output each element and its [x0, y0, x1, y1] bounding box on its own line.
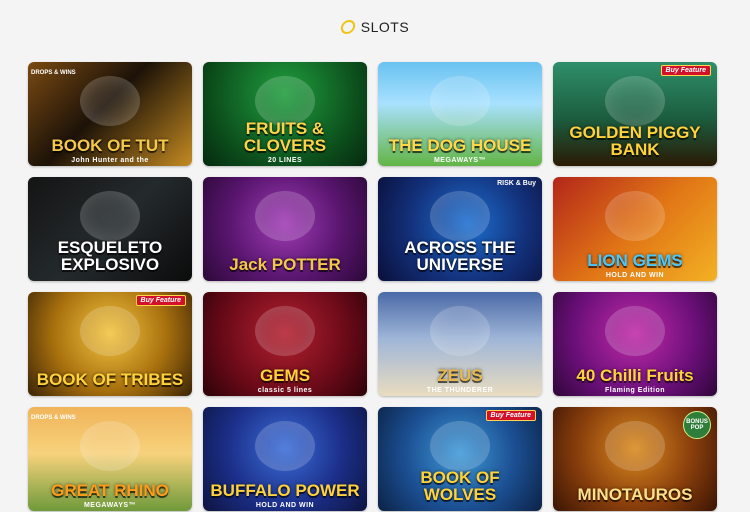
game-title: ESQUELETO EXPLOSIVO	[57, 238, 163, 274]
game-title: GEMS	[259, 366, 311, 385]
buy-feature-badge: Buy Feature	[660, 65, 711, 76]
game-subtitle: HOLD AND WIN	[605, 272, 665, 279]
buy-feature-badge: Buy Feature	[135, 295, 186, 306]
game-artwork	[430, 421, 490, 471]
game-artwork	[605, 306, 665, 356]
game-title: BOOK OF TRIBES	[36, 370, 184, 389]
game-title: BOOK OF TUT	[51, 136, 169, 155]
section-header: SLOTS	[0, 15, 750, 39]
game-artwork	[430, 191, 490, 241]
game-tile-book-of-tut[interactable]: BOOK OF TUT John Hunter and the DROPS & WI…	[28, 62, 192, 166]
game-artwork	[605, 421, 665, 471]
game-subtitle: THE THUNDERER	[426, 387, 494, 394]
risk-buy-badge: RISK & Buy	[497, 180, 536, 187]
game-tile-dog-house[interactable]: THE DOG HOUSE MEGAWAYS™	[378, 62, 542, 166]
game-tile-book-of-tribes[interactable]: BOOK OF TRIBES Buy Feature	[28, 292, 192, 396]
game-subtitle: 20 LINES	[267, 157, 303, 164]
game-artwork	[255, 421, 315, 471]
game-tile-book-of-wolves[interactable]: BOOK OF WOLVES Buy Feature	[378, 407, 542, 511]
game-title: MINOTAUROS	[577, 485, 693, 504]
game-artwork	[430, 76, 490, 126]
game-title: Jack POTTER	[229, 255, 341, 274]
game-tile-jack-potter[interactable]: Jack POTTER	[203, 177, 367, 281]
game-title: 40 Chilli Fruits	[576, 366, 694, 385]
game-artwork	[255, 306, 315, 356]
game-tile-777-gems[interactable]: GEMS classic 5 lines	[203, 292, 367, 396]
section-title: SLOTS	[360, 19, 410, 35]
games-grid: BOOK OF TUT John Hunter and the DROPS & WI…	[28, 62, 720, 512]
game-tile-lion-gems[interactable]: LION GEMS HOLD AND WIN	[553, 177, 717, 281]
game-tile-zeus[interactable]: ZEUS THE THUNDERER	[378, 292, 542, 396]
game-artwork	[80, 191, 140, 241]
game-title: LION GEMS	[587, 251, 683, 270]
game-subtitle: classic 5 lines	[257, 387, 313, 394]
game-title: FRUITS & CLOVERS	[243, 119, 327, 155]
game-artwork	[80, 421, 140, 471]
game-title: BOOK OF WOLVES	[420, 468, 500, 504]
game-subtitle: MEGAWAYS™	[83, 502, 137, 509]
bonus-pop-badge: BONUS POP	[683, 411, 711, 439]
game-title: BUFFALO POWER	[210, 481, 360, 500]
game-tile-across-universe[interactable]: ACROSS THE UNIVERSE RISK & Buy	[378, 177, 542, 281]
game-title: ACROSS THE UNIVERSE	[404, 238, 516, 274]
game-artwork	[430, 306, 490, 356]
coin-icon	[339, 20, 357, 34]
game-tile-fruits-clovers[interactable]: FRUITS & CLOVERS 20 LINES	[203, 62, 367, 166]
game-tile-esqueleto[interactable]: ESQUELETO EXPLOSIVO	[28, 177, 192, 281]
game-tile-great-rhino[interactable]: GREAT RHINO MEGAWAYS™ DROPS & WINS	[28, 407, 192, 511]
buy-feature-badge: Buy Feature	[485, 410, 536, 421]
game-tile-chilli-fruits[interactable]: 40 Chilli Fruits Flaming Edition	[553, 292, 717, 396]
drops-wins-badge: DROPS & WINS	[31, 70, 76, 76]
game-title: GOLDEN PIGGY BANK	[569, 123, 701, 159]
game-tile-minotauros[interactable]: MINOTAUROS BONUS POP	[553, 407, 717, 511]
game-subtitle: HOLD AND WIN	[255, 502, 315, 509]
game-artwork	[80, 76, 140, 126]
game-subtitle: MEGAWAYS™	[433, 157, 487, 164]
game-artwork	[80, 306, 140, 356]
game-title: THE DOG HOUSE	[388, 136, 532, 155]
game-tile-golden-piggy[interactable]: GOLDEN PIGGY BANK Buy Feature	[553, 62, 717, 166]
game-title: GREAT RHINO	[51, 481, 169, 500]
game-title: ZEUS	[437, 366, 483, 385]
game-tile-buffalo-power[interactable]: BUFFALO POWER HOLD AND WIN	[203, 407, 367, 511]
game-subtitle: Flaming Edition	[605, 387, 665, 394]
drops-wins-badge: DROPS & WINS	[31, 415, 76, 421]
game-artwork	[255, 191, 315, 241]
game-artwork	[605, 191, 665, 241]
game-artwork	[605, 76, 665, 126]
game-subtitle: John Hunter and the	[71, 157, 149, 164]
